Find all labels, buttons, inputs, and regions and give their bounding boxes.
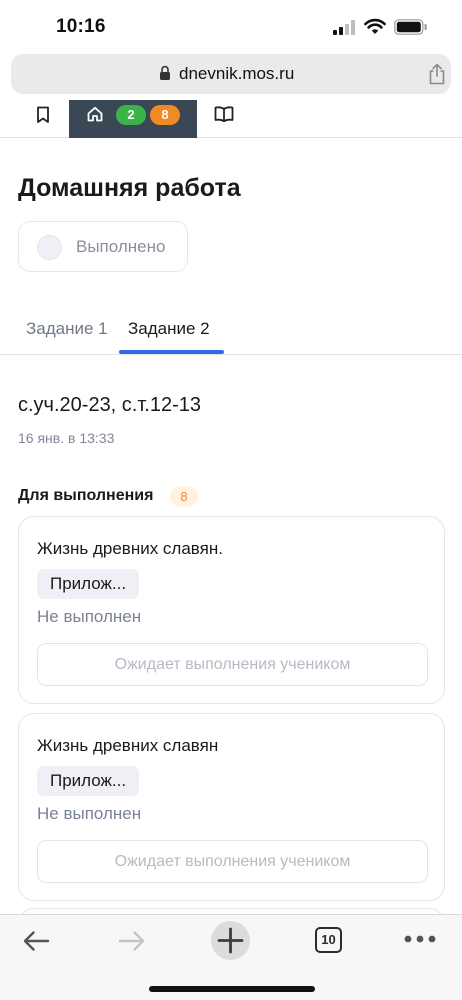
assignment-status: Не выполнен [37, 804, 142, 823]
status-bar: 10:16 [0, 0, 462, 54]
share-icon[interactable] [427, 63, 447, 85]
badge-orange: 8 [150, 105, 180, 125]
cellular-signal-icon [333, 20, 355, 35]
home-icon [87, 106, 103, 122]
url-text: dnevnik.mos.ru [179, 64, 295, 83]
attachment-button[interactable]: Прилож... [37, 569, 140, 599]
task-tabs: Задание 1 Задание 2 [0, 310, 462, 355]
browser-toolbar: 10 [0, 914, 462, 1000]
task-description: с.уч.20-23, с.т.12-13 [18, 394, 202, 416]
home-indicator [149, 986, 315, 992]
address-bar[interactable]: dnevnik.mos.ru [11, 54, 451, 94]
battery-icon [394, 19, 427, 35]
new-tab-button[interactable] [211, 921, 250, 960]
forward-arrow-icon[interactable] [118, 930, 146, 952]
active-tab-indicator [119, 350, 224, 354]
lock-icon [160, 65, 170, 80]
tabs-button[interactable]: 10 [315, 927, 342, 953]
done-label: Выполнено [76, 237, 166, 256]
home-tab[interactable]: 2 8 [69, 100, 197, 138]
tab-task-2[interactable]: Задание 2 [128, 319, 210, 339]
awaiting-student-button[interactable]: Ожидает выполнения учеником [37, 643, 428, 686]
assignment-status: Не выполнен [37, 607, 142, 626]
page-title: Домашняя работа [18, 174, 241, 202]
wifi-icon [364, 18, 386, 34]
section-count-badge: 8 [170, 486, 198, 507]
back-arrow-icon[interactable] [22, 930, 50, 952]
badge-green: 2 [116, 105, 146, 125]
assignment-card: Жизнь древних славян. Прилож... Не выпол… [18, 516, 445, 704]
bookmark-icon[interactable] [36, 106, 50, 124]
more-icon[interactable] [404, 934, 436, 944]
plus-icon [217, 927, 244, 954]
book-icon[interactable] [214, 106, 234, 122]
done-checkbox[interactable]: Выполнено [18, 221, 188, 272]
assignment-title: Жизнь древних славян. [37, 539, 223, 558]
attachment-button[interactable]: Прилож... [37, 766, 140, 796]
status-time: 10:16 [56, 16, 106, 37]
checkbox-circle-icon [37, 235, 62, 260]
assignment-title: Жизнь древних славян [37, 736, 219, 755]
section-title: Для выполнения [18, 487, 154, 504]
awaiting-student-button[interactable]: Ожидает выполнения учеником [37, 840, 428, 883]
assignment-card: Жизнь древних славян Прилож... Не выполн… [18, 713, 445, 901]
top-icon-nav: 2 8 [0, 100, 462, 138]
tab-task-1[interactable]: Задание 1 [26, 319, 108, 339]
task-date: 16 янв. в 13:33 [18, 430, 115, 446]
